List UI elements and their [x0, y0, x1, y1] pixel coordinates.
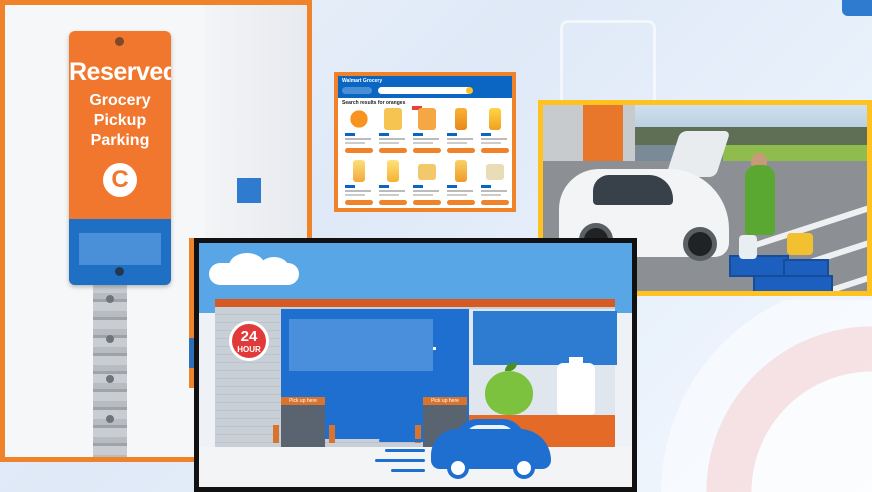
badge-number: 24 — [240, 328, 258, 345]
milk-jug-icon — [557, 363, 595, 415]
website-logo: Walmart Grocery — [342, 78, 383, 84]
product-image — [418, 108, 436, 130]
store-roof — [215, 299, 615, 307]
product-image — [384, 108, 402, 130]
store-sign-orange — [583, 105, 623, 161]
pickup-door-sign: Pick up here — [281, 397, 325, 405]
website-search-bar — [378, 87, 472, 94]
redacted-area — [79, 233, 161, 265]
speed-line — [375, 459, 425, 462]
apple-icon — [485, 371, 533, 415]
blue-marker — [237, 178, 261, 203]
product-image — [350, 108, 368, 130]
product-image — [353, 160, 365, 182]
post-hole — [106, 415, 114, 423]
car-window — [593, 175, 673, 205]
add-button — [447, 148, 475, 153]
add-button — [413, 148, 441, 153]
product-image — [489, 108, 501, 130]
product-card — [446, 160, 476, 208]
store-pickup-illustration: 24 HOUR Pick up here Pick up here — [194, 238, 637, 492]
product-card — [480, 160, 510, 208]
add-button — [447, 200, 475, 205]
grocery-website-screenshot: Walmart Grocery Search results for orang… — [334, 72, 516, 212]
product-card — [446, 108, 476, 160]
add-button — [481, 200, 509, 205]
sign-subtitle: Grocery Pickup Parking — [69, 91, 171, 151]
background-shape — [640, 300, 872, 492]
reserved-sign: Reserved Grocery Pickup Parking C — [69, 31, 171, 285]
add-button — [379, 148, 407, 153]
sign-post — [93, 275, 127, 457]
grocery-box — [787, 233, 813, 255]
product-image — [387, 160, 399, 182]
sign-bolt — [115, 267, 124, 276]
product-card — [378, 160, 408, 208]
redacted-area — [289, 319, 433, 371]
product-image — [418, 164, 436, 180]
sign-bolt — [115, 37, 124, 46]
add-button — [379, 200, 407, 205]
product-image — [486, 164, 504, 180]
corner-tab — [842, 0, 872, 16]
car-wheel — [447, 457, 469, 479]
sign-subtitle-line: Parking — [90, 132, 150, 149]
pickup-door — [281, 399, 325, 451]
product-card — [344, 160, 374, 208]
product-card — [412, 160, 442, 208]
redacted-area — [473, 311, 617, 365]
background-shape — [560, 20, 656, 106]
post-hole — [106, 335, 114, 343]
grocery-bag — [739, 235, 757, 259]
sign-title: Reserved — [69, 58, 171, 86]
24-hour-badge: 24 HOUR — [229, 321, 269, 361]
search-icon — [466, 87, 473, 94]
store-selector — [342, 87, 372, 94]
add-button — [481, 148, 509, 153]
cloud — [259, 257, 289, 279]
trees — [635, 127, 867, 145]
product-image — [455, 108, 467, 130]
store-associate — [745, 165, 775, 235]
post-hole — [106, 375, 114, 383]
grocery-crate — [729, 255, 789, 277]
product-card — [480, 108, 510, 160]
illustration-ground — [199, 447, 632, 487]
pickup-door-sign: Pick up here — [423, 397, 467, 405]
badge-unit: HOUR — [237, 345, 261, 354]
speed-line — [379, 439, 425, 442]
sign-letter-badge: C — [103, 163, 137, 197]
product-card — [412, 108, 442, 160]
speed-line — [391, 469, 425, 472]
post-hole — [106, 295, 114, 303]
add-button — [345, 200, 373, 205]
product-image — [455, 160, 467, 182]
search-results-heading: Search results for oranges — [342, 100, 406, 106]
door-bollard — [329, 425, 335, 443]
product-card — [378, 108, 408, 160]
car-wheel — [513, 457, 535, 479]
grocery-crate — [753, 275, 833, 291]
car-wheel — [683, 227, 717, 261]
speed-line — [385, 449, 425, 452]
website-header: Walmart Grocery — [338, 76, 512, 98]
add-button — [345, 148, 373, 153]
door-bollard — [273, 425, 279, 443]
product-card — [344, 108, 374, 160]
add-button — [413, 200, 441, 205]
sign-subtitle-line: Grocery Pickup — [89, 92, 151, 129]
